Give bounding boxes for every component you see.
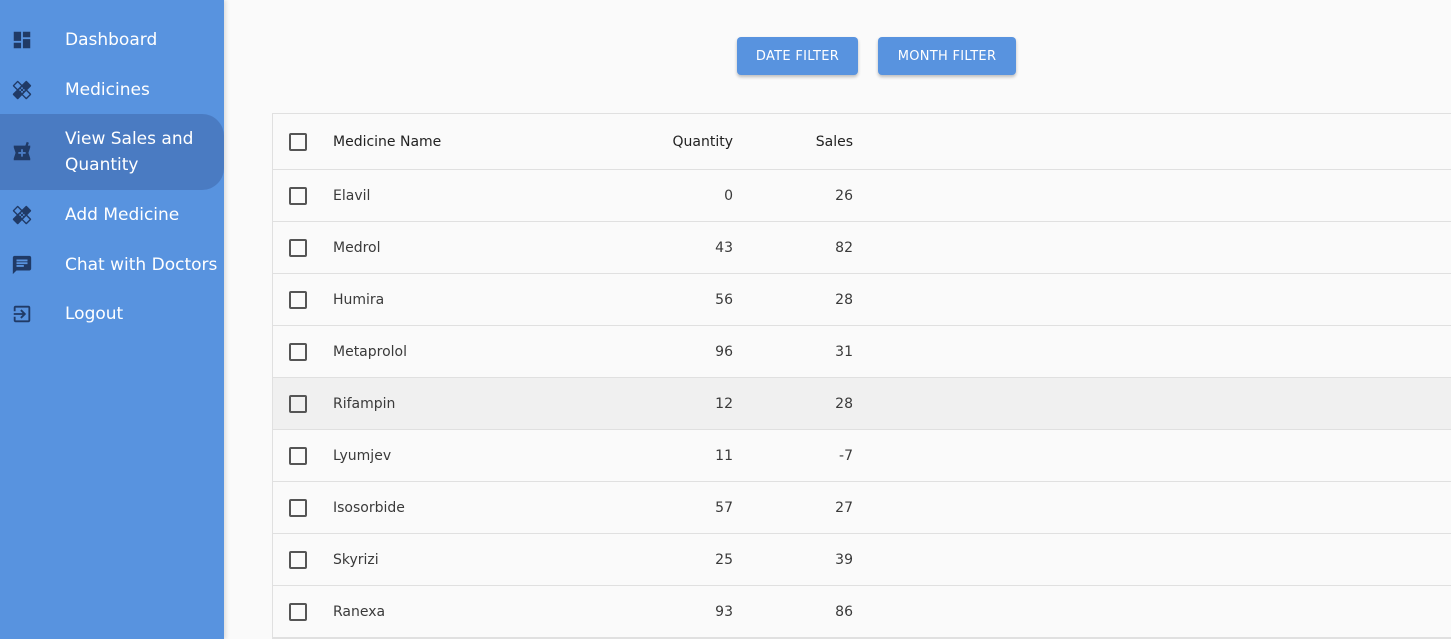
- quantity-cell: 12: [715, 395, 733, 412]
- sidebar: Dashboard Medicines View Sales and Quant…: [0, 0, 224, 639]
- quantity-cell: 43: [715, 239, 733, 256]
- filter-bar: DATE FILTER MONTH FILTER: [737, 37, 1016, 75]
- table-row[interactable]: Lyumjev 11 -7: [273, 430, 1451, 482]
- dashboard-icon: [10, 28, 34, 52]
- medicine-name-cell: Humira: [333, 291, 385, 308]
- sales-cell: -7: [839, 447, 853, 464]
- sales-cell: 28: [835, 395, 853, 412]
- quantity-cell: 93: [715, 603, 733, 620]
- medicine-name-cell: Medrol: [333, 239, 381, 256]
- medicine-name-cell: Rifampin: [333, 395, 396, 412]
- table-row[interactable]: Isosorbide 57 27: [273, 482, 1451, 534]
- table-row[interactable]: Metaprolol 96 31: [273, 326, 1451, 378]
- column-header-medicine-name[interactable]: Medicine Name: [333, 134, 441, 150]
- chat-icon: [10, 253, 34, 277]
- table-row[interactable]: Rifampin 12 28: [273, 378, 1451, 430]
- sidebar-item-add-medicine[interactable]: Add Medicine: [0, 190, 224, 240]
- sidebar-item-label: Chat with Doctors: [65, 255, 218, 275]
- row-checkbox[interactable]: [289, 186, 307, 205]
- sidebar-item-chat-with-doctors[interactable]: Chat with Doctors: [0, 240, 224, 290]
- row-checkbox[interactable]: [289, 550, 307, 569]
- quantity-cell: 57: [715, 499, 733, 516]
- row-checkbox[interactable]: [289, 602, 307, 621]
- medicine-name-cell: Metaprolol: [333, 343, 408, 360]
- sales-table: Medicine Name Quantity Sales Elavil 0 26…: [272, 113, 1451, 639]
- column-header-sales[interactable]: Sales: [816, 134, 853, 150]
- row-checkbox[interactable]: [289, 342, 307, 361]
- row-checkbox[interactable]: [289, 394, 307, 413]
- table-row[interactable]: Skyrizi 25 39: [273, 534, 1451, 586]
- sidebar-item-label: Medicines: [65, 80, 150, 100]
- sales-cell: 26: [835, 187, 853, 204]
- quantity-cell: 96: [715, 343, 733, 360]
- quantity-cell: 0: [724, 187, 733, 204]
- row-checkbox[interactable]: [289, 290, 307, 309]
- column-header-quantity[interactable]: Quantity: [673, 134, 734, 150]
- month-filter-button[interactable]: MONTH FILTER: [878, 37, 1016, 75]
- sales-cell: 28: [835, 291, 853, 308]
- sidebar-item-view-sales[interactable]: View Sales and Quantity: [0, 114, 224, 190]
- table-header-row: Medicine Name Quantity Sales: [273, 114, 1451, 170]
- medicine-name-cell: Ranexa: [333, 603, 386, 620]
- sidebar-item-label: Add Medicine: [65, 205, 180, 225]
- medicine-name-cell: Lyumjev: [333, 447, 392, 464]
- logout-icon: [10, 302, 34, 326]
- row-checkbox[interactable]: [289, 238, 307, 257]
- sidebar-item-logout[interactable]: Logout: [0, 289, 224, 339]
- medicine-name-cell: Elavil: [333, 187, 371, 204]
- quantity-cell: 25: [715, 551, 733, 568]
- table-row[interactable]: Ranexa 93 86: [273, 586, 1451, 638]
- sidebar-item-dashboard[interactable]: Dashboard: [0, 15, 224, 65]
- sales-cell: 86: [835, 603, 853, 620]
- row-checkbox[interactable]: [289, 446, 307, 465]
- quantity-cell: 56: [715, 291, 733, 308]
- sidebar-item-label: Dashboard: [65, 30, 158, 50]
- sidebar-item-label: Logout: [65, 304, 124, 324]
- table-row[interactable]: Humira 56 28: [273, 274, 1451, 326]
- date-filter-button[interactable]: DATE FILTER: [737, 37, 858, 75]
- medicine-name-cell: Isosorbide: [333, 499, 405, 516]
- sidebar-item-label: View Sales and Quantity: [65, 129, 194, 175]
- table-row[interactable]: Medrol 43 82: [273, 222, 1451, 274]
- sales-cell: 39: [835, 551, 853, 568]
- pharmacy-icon: [10, 140, 34, 164]
- quantity-cell: 11: [715, 447, 733, 464]
- sales-cell: 27: [835, 499, 853, 516]
- sales-cell: 31: [835, 343, 853, 360]
- sidebar-item-medicines[interactable]: Medicines: [0, 65, 224, 115]
- bandage-icon: [10, 203, 34, 227]
- medicine-name-cell: Skyrizi: [333, 551, 379, 568]
- table-row[interactable]: Elavil 0 26: [273, 170, 1451, 222]
- select-all-checkbox[interactable]: [289, 132, 307, 151]
- row-checkbox[interactable]: [289, 498, 307, 517]
- bandage-icon: [10, 78, 34, 102]
- sales-cell: 82: [835, 239, 853, 256]
